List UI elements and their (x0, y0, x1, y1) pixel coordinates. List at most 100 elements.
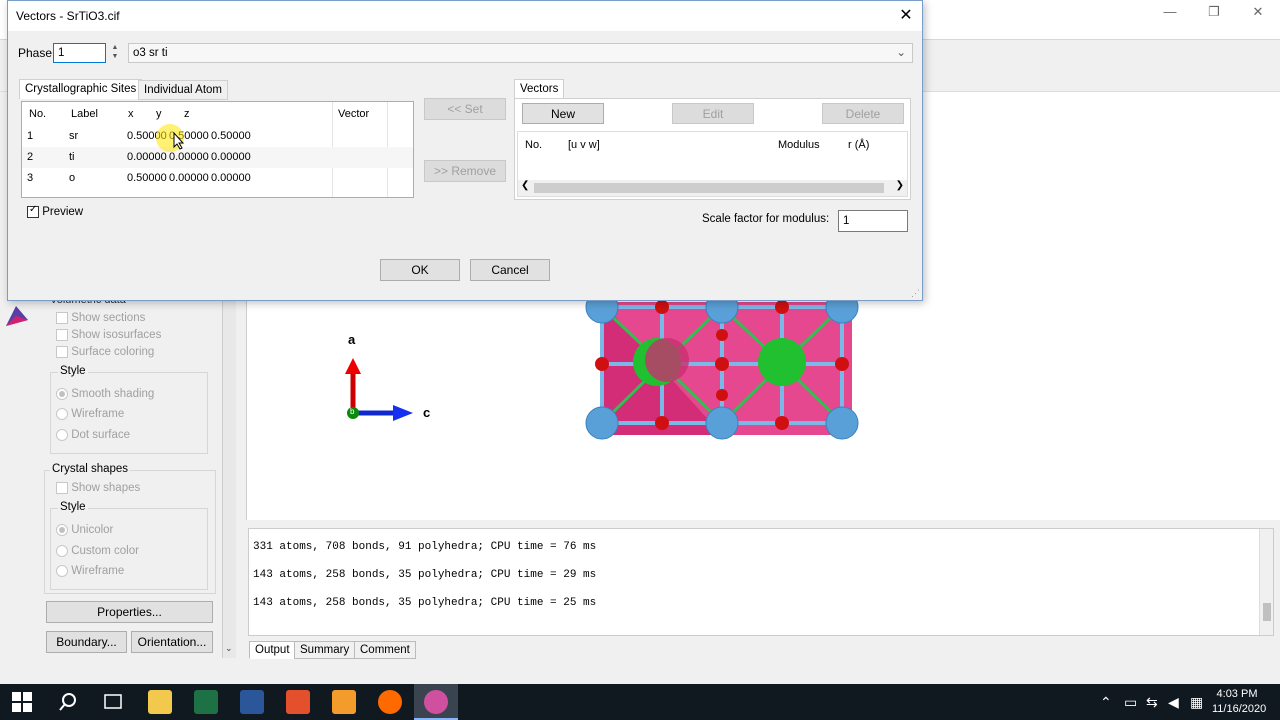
excel-icon[interactable] (194, 690, 218, 714)
close-main-button[interactable]: ✕ (1238, 2, 1278, 22)
restore-button[interactable]: ❐ (1194, 2, 1234, 22)
mouse-cursor-icon (173, 132, 185, 150)
phase-label: Phase: (18, 46, 56, 60)
remove-button[interactable]: >> Remove (424, 160, 506, 182)
axis-c-label: c (423, 405, 431, 420)
word-icon[interactable] (240, 690, 264, 714)
tab-individual-atom[interactable]: Individual Atom (138, 80, 228, 100)
properties-button[interactable]: Properties... (46, 601, 213, 623)
cell-no: 1 (27, 130, 34, 142)
cell-x: 0.50000 (127, 172, 167, 184)
preview-checkbox[interactable]: ✓ Preview (27, 204, 84, 219)
cell-label: sr (69, 130, 79, 142)
wireframe2-radio[interactable]: Wireframe (56, 565, 124, 577)
phase-select[interactable]: o3 sr ti ⌄ (128, 43, 913, 63)
app-orange-icon[interactable] (332, 690, 356, 714)
tray-chevron-icon[interactable]: ⌃ (1100, 684, 1112, 720)
tab-vectors[interactable]: Vectors (514, 79, 565, 99)
col-vector: Vector (338, 108, 370, 120)
clock-date: 11/16/2020 (1212, 703, 1267, 715)
delete-vector-button[interactable]: Delete (822, 103, 904, 124)
task-view-icon[interactable] (102, 692, 124, 712)
output-line: 143 atoms, 258 bonds, 35 polyhedra; CPU … (253, 569, 597, 581)
resize-grip-icon[interactable]: ⋰ (911, 288, 920, 299)
dialog-title-bar: Vectors - SrTiO3.cif ✕ (8, 1, 922, 31)
preview-check-icon: ✓ (27, 204, 39, 218)
windows-start-icon[interactable] (12, 692, 32, 712)
volume-icon[interactable]: ◀ (1168, 684, 1179, 720)
custom-color-radio[interactable]: Custom color (56, 545, 139, 557)
orientation-button[interactable]: Orientation... (131, 631, 213, 653)
phase-field[interactable]: 1 (53, 43, 106, 63)
table-row[interactable]: 2 ti 0.00000 0.00000 0.00000 (22, 147, 413, 168)
surface-coloring-checkbox[interactable]: Surface coloring (56, 346, 154, 358)
tab-comment[interactable]: Comment (354, 641, 416, 659)
dot-surface-radio[interactable]: Dot surface (56, 429, 130, 441)
keyboard-icon[interactable]: ▦ (1190, 684, 1203, 720)
acrobat-icon[interactable] (286, 690, 310, 714)
phase-spinner[interactable]: ▲ ▼ (108, 43, 122, 63)
col-modulus: Modulus (778, 139, 820, 151)
minimize-button[interactable]: — (1150, 2, 1190, 22)
cell-y: 0.00000 (169, 172, 209, 184)
set-button[interactable]: << Set (424, 98, 506, 120)
cell-no: 3 (27, 172, 34, 184)
cell-z: 0.50000 (211, 130, 251, 142)
cell-y: 0.00000 (169, 151, 209, 163)
network-icon[interactable]: ⇆ (1146, 684, 1158, 720)
boundary-button[interactable]: Boundary... (46, 631, 127, 653)
cell-z: 0.00000 (211, 172, 251, 184)
firefox-icon[interactable] (378, 690, 402, 714)
cell-label: ti (69, 151, 75, 163)
scroll-down-icon[interactable]: ⌄ (225, 643, 233, 654)
smooth-shading-radio[interactable]: Smooth shading (56, 388, 154, 400)
col-uvw: [u v w] (568, 139, 600, 151)
edit-vector-button[interactable]: Edit (672, 103, 754, 124)
col-y: y (156, 108, 162, 120)
vectors-dialog: Vectors - SrTiO3.cif ✕ Phase: 1 ▲ ▼ o3 sr… (7, 0, 923, 301)
show-sections-checkbox[interactable]: Show sections (56, 312, 145, 324)
crystal-shapes-title: Crystal shapes (50, 463, 131, 475)
search-icon[interactable] (58, 692, 78, 712)
preview-label: Preview (42, 206, 84, 219)
vectors-panel: New Edit Delete No. [u v w] Modulus r (Å… (514, 98, 911, 200)
clock[interactable]: 4:03 PM 11/16/2020 (1212, 687, 1267, 717)
sites-table[interactable]: No. Label x y z Vector 1 sr 0.50000 0.50… (21, 101, 414, 198)
cell-no: 2 (27, 151, 34, 163)
tab-output[interactable]: Output (249, 641, 296, 659)
table-row[interactable]: 1 sr 0.50000 0.50000 0.50000 (22, 126, 413, 147)
file-explorer-icon[interactable] (148, 690, 172, 714)
style-label: Style (58, 365, 88, 377)
scroll-left-icon[interactable]: ❮ (521, 180, 529, 191)
unicolor-radio[interactable]: Unicolor (56, 524, 113, 536)
output-scroll-thumb[interactable] (1263, 603, 1271, 621)
table-row[interactable]: 3 o 0.50000 0.00000 0.00000 (22, 168, 413, 189)
cancel-button[interactable]: Cancel (470, 259, 550, 281)
vesta-taskbar-item[interactable] (414, 684, 458, 720)
show-shapes-checkbox[interactable]: Show shapes (56, 482, 140, 494)
scale-factor-field[interactable]: 1 (838, 210, 908, 232)
scroll-right-icon[interactable]: ❯ (896, 180, 904, 191)
output-line: 143 atoms, 258 bonds, 35 polyhedra; CPU … (253, 597, 597, 609)
cell-z: 0.00000 (211, 151, 251, 163)
hscroll-thumb[interactable] (534, 183, 884, 193)
output-scrollbar[interactable] (1259, 529, 1273, 635)
left-panel-scrollbar[interactable]: ⌄ (222, 300, 236, 658)
axis-b-label: b (350, 407, 355, 416)
vectors-hscrollbar[interactable]: ❮ ❯ (518, 180, 907, 196)
tab-summary[interactable]: Summary (294, 641, 356, 659)
app-logo-icon (6, 306, 28, 326)
new-vector-button[interactable]: New (522, 103, 604, 124)
battery-icon[interactable]: ▭ (1124, 684, 1137, 720)
vectors-table[interactable]: No. [u v w] Modulus r (Å) ❮ ❯ (517, 131, 908, 197)
output-console[interactable]: 331 atoms, 708 bonds, 91 polyhedra; CPU … (248, 528, 1274, 636)
show-isosurfaces-checkbox[interactable]: Show isosurfaces (56, 329, 161, 341)
cell-label: o (69, 172, 76, 184)
dialog-close-button[interactable]: ✕ (894, 5, 918, 25)
style2-label: Style (58, 501, 88, 513)
tab-crystallographic-sites[interactable]: Crystallographic Sites (19, 79, 143, 99)
output-line: 331 atoms, 708 bonds, 91 polyhedra; CPU … (253, 541, 597, 553)
vesta-icon (424, 690, 448, 714)
wireframe-radio[interactable]: Wireframe (56, 408, 124, 420)
ok-button[interactable]: OK (380, 259, 460, 281)
